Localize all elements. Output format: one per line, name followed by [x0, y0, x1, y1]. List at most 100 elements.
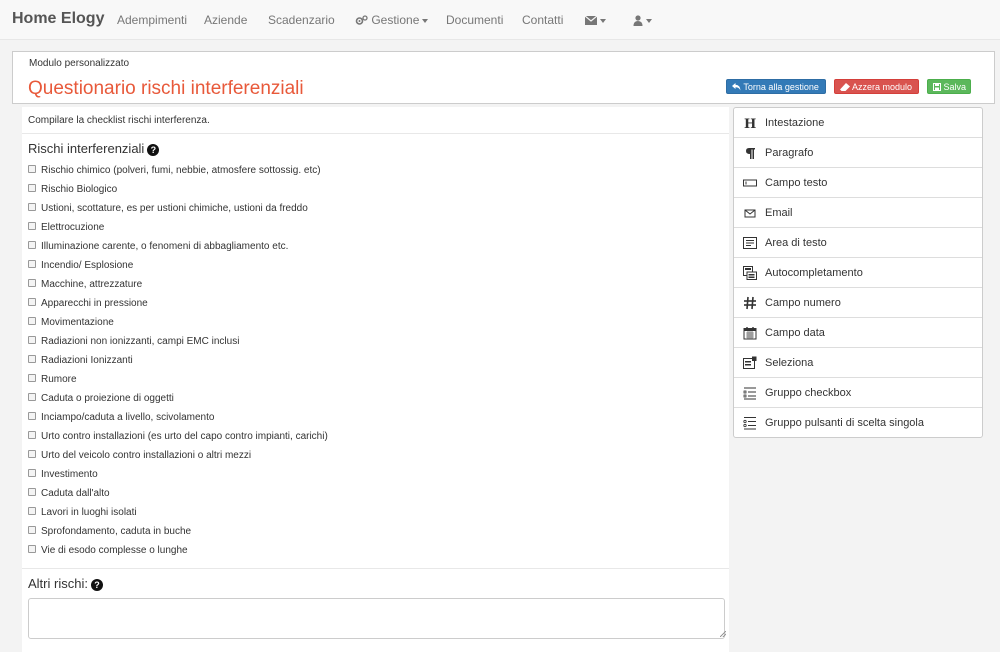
reset-module-button[interactable]: Azzera modulo — [834, 79, 919, 94]
risk-checkbox-item[interactable]: Rischio chimico (polveri, fumi, nebbie, … — [28, 164, 328, 183]
field-palette: H Intestazione Paragrafo Campo testo Email Ar… — [733, 107, 983, 438]
checkbox[interactable] — [28, 488, 36, 496]
risk-checkbox-item[interactable]: Inciampo/caduta a livello, scivolamento — [28, 411, 328, 430]
envelope-icon — [585, 16, 597, 26]
risk-checkbox-item[interactable]: Movimentazione — [28, 316, 328, 335]
nav-item-gestione[interactable]: Gestione — [355, 13, 429, 27]
risk-checkbox-item[interactable]: Urto del veicolo contro installazioni o … — [28, 449, 328, 468]
checkbox[interactable] — [28, 203, 36, 211]
checkbox[interactable] — [28, 184, 36, 192]
help-icon[interactable]: ? — [147, 143, 160, 156]
checkbox[interactable] — [28, 279, 36, 287]
risk-label: Incendio/ Esplosione — [41, 260, 134, 271]
risk-checkbox-item[interactable]: Urto contro installazioni (es urto del c… — [28, 430, 328, 449]
palette-item-area-di-testo[interactable]: Area di testo — [734, 228, 982, 258]
checkbox[interactable] — [28, 241, 36, 249]
risk-checkbox-item[interactable]: Lavori in luoghi isolati — [28, 506, 328, 525]
checkbox[interactable] — [28, 526, 36, 534]
palette-item-gruppo-pulsanti-di-scelta-singola[interactable]: Gruppo pulsanti di scelta singola — [734, 408, 982, 438]
checkbox[interactable] — [28, 450, 36, 458]
risk-label: Rischio Biologico — [41, 184, 118, 195]
module-header: Modulo personalizzato Questionario risch… — [12, 51, 995, 104]
back-to-management-button[interactable]: Torna alla gestione — [726, 79, 826, 94]
resize-grip-icon[interactable] — [720, 631, 726, 637]
risk-label: Urto del veicolo contro installazioni o … — [41, 450, 252, 461]
risk-label: Radiazioni Ionizzanti — [41, 355, 133, 366]
risk-checkbox-item[interactable]: Rumore — [28, 373, 328, 392]
other-risks-textarea[interactable] — [28, 598, 725, 639]
user-icon — [633, 15, 643, 27]
checkbox[interactable] — [28, 469, 36, 477]
checkbox[interactable] — [28, 374, 36, 382]
form-intro-text: Compilare la checklist rischi interferen… — [28, 115, 210, 126]
divider — [22, 568, 729, 569]
risk-label: Elettrocuzione — [41, 222, 105, 233]
nav-item-adempimenti[interactable]: Adempimenti — [117, 13, 187, 27]
risk-checkbox-item[interactable]: Sprofondamento, caduta in buche — [28, 525, 328, 544]
nav-item-contatti[interactable]: Contatti — [522, 13, 563, 27]
checkbox[interactable] — [28, 165, 36, 173]
palette-item-paragrafo[interactable]: Paragrafo — [734, 138, 982, 168]
checkbox[interactable] — [28, 545, 36, 553]
nav-user-menu[interactable] — [633, 13, 652, 27]
risk-label: Radiazioni non ionizzanti, campi EMC inc… — [41, 336, 240, 347]
risk-checkbox-item[interactable]: Radiazioni Ionizzanti — [28, 354, 328, 373]
checkbox[interactable] — [28, 393, 36, 401]
risk-checkbox-item[interactable]: Ustioni, scottature, es per ustioni chim… — [28, 202, 328, 221]
brand-logo[interactable]: Home Elogy — [12, 10, 104, 28]
risk-checkbox-item[interactable]: Vie di esodo complesse o lunghe — [28, 544, 328, 563]
risk-checkbox-item[interactable]: Macchine, attrezzature — [28, 278, 328, 297]
checkbox[interactable] — [28, 412, 36, 420]
checkbox[interactable] — [28, 317, 36, 325]
palette-item-seleziona[interactable]: Seleziona — [734, 348, 982, 378]
risk-label: Vie di esodo complesse o lunghe — [41, 545, 188, 556]
checkbox[interactable] — [28, 336, 36, 344]
risk-label: Illuminazione carente, o fenomeni di abb… — [41, 241, 289, 252]
svg-text:H: H — [744, 117, 756, 130]
checkbox[interactable] — [28, 222, 36, 230]
risk-checkbox-item[interactable]: Elettrocuzione — [28, 221, 328, 240]
nav-item-scadenzario[interactable]: Scadenzario — [268, 13, 335, 27]
palette-item-campo-testo[interactable]: Campo testo — [734, 168, 982, 198]
checkbox[interactable] — [28, 298, 36, 306]
checkbox[interactable] — [28, 507, 36, 515]
palette-item-label: Seleziona — [765, 357, 814, 369]
nav-mail-menu[interactable] — [585, 13, 606, 27]
chevron-down-icon — [600, 18, 606, 23]
help-icon[interactable]: ? — [90, 578, 103, 591]
palette-item-gruppo-checkbox[interactable]: Gruppo checkbox — [734, 378, 982, 408]
checkbox[interactable] — [28, 355, 36, 363]
calendar-icon — [743, 326, 757, 340]
risk-checkbox-item[interactable]: Investimento — [28, 468, 328, 487]
palette-item-email[interactable]: Email — [734, 198, 982, 228]
risk-checkbox-item[interactable]: Caduta o proiezione di oggetti — [28, 392, 328, 411]
palette-item-campo-numero[interactable]: Campo numero — [734, 288, 982, 318]
chevron-down-icon — [646, 18, 652, 23]
palette-item-label: Email — [765, 207, 793, 219]
palette-item-campo-data[interactable]: Campo data — [734, 318, 982, 348]
save-button-label: Salva — [943, 82, 967, 92]
risk-checkbox-item[interactable]: Apparecchi in pressione — [28, 297, 328, 316]
risk-label: Lavori in luoghi isolati — [41, 507, 137, 518]
palette-item-autocompletamento[interactable]: Autocompletamento — [734, 258, 982, 288]
save-button[interactable]: Salva — [927, 79, 971, 94]
risk-label: Urto contro installazioni (es urto del c… — [41, 431, 328, 442]
section-title-other-label: Altri rischi: — [28, 576, 88, 591]
risk-checkbox-item[interactable]: Illuminazione carente, o fenomeni di abb… — [28, 240, 328, 259]
paragraph-icon — [743, 146, 757, 160]
palette-item-label: Autocompletamento — [765, 267, 863, 279]
palette-item-label: Intestazione — [765, 117, 825, 129]
risk-checkbox-item[interactable]: Caduta dall'alto — [28, 487, 328, 506]
checkbox-group-icon — [743, 386, 757, 400]
nav-item-documenti[interactable]: Documenti — [446, 13, 503, 27]
palette-item-intestazione[interactable]: H Intestazione — [734, 108, 982, 138]
risk-checkbox-item[interactable]: Rischio Biologico — [28, 183, 328, 202]
chevron-down-icon — [422, 18, 429, 23]
risk-checkbox-item[interactable]: Radiazioni non ionizzanti, campi EMC inc… — [28, 335, 328, 354]
gears-icon — [355, 15, 368, 26]
autocomplete-icon — [743, 266, 757, 280]
checkbox[interactable] — [28, 431, 36, 439]
risk-checkbox-item[interactable]: Incendio/ Esplosione — [28, 259, 328, 278]
checkbox[interactable] — [28, 260, 36, 268]
nav-item-aziende[interactable]: Aziende — [204, 13, 247, 27]
